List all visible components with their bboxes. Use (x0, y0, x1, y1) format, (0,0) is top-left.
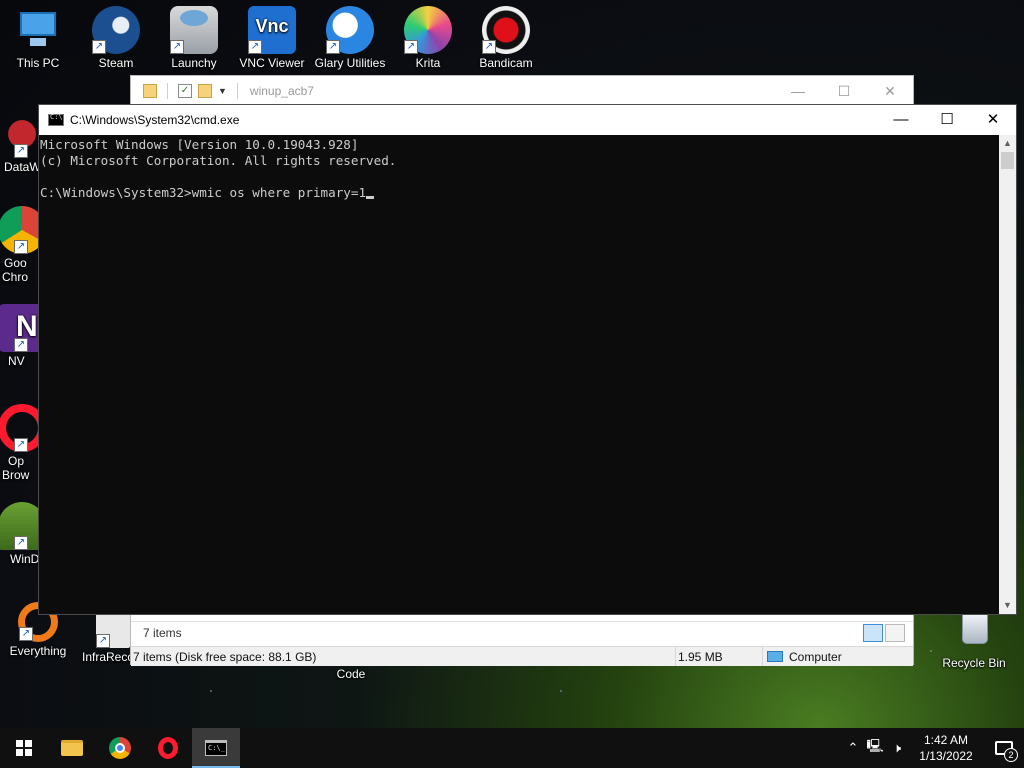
taskbar-opera[interactable] (144, 728, 192, 768)
bandicam-icon: ↗ (482, 6, 530, 54)
item-count: 7 items (143, 626, 182, 640)
action-center-button[interactable]: 2 (984, 728, 1024, 768)
cmd-icon[interactable] (48, 113, 64, 126)
scroll-down-icon[interactable]: ▼ (999, 597, 1016, 614)
divider (236, 83, 238, 99)
desktop-icon-steam[interactable]: ↗ Steam (78, 6, 154, 70)
notification-count: 2 (1004, 748, 1018, 762)
opera-icon (158, 737, 178, 759)
console-line: (c) Microsoft Corporation. All rights re… (40, 153, 397, 168)
quick-access-toolbar: ✓ ▼ (143, 83, 242, 99)
explorer-status-bar: 7 items (131, 621, 913, 643)
location-zone: Computer (763, 647, 913, 666)
shortcut-arrow-icon: ↗ (19, 627, 33, 641)
shortcut-arrow-icon: ↗ (14, 438, 28, 452)
glary-icon: ↗ (326, 6, 374, 54)
desktop-icon-vnc-viewer[interactable]: Vnc ↗ VNC Viewer (234, 6, 310, 70)
cmd-maximize-button[interactable]: ☐ (924, 105, 970, 135)
computer-icon (14, 6, 62, 54)
chevron-up-icon[interactable]: ⌃ (842, 740, 864, 756)
taskbar: C:\_ ⌃ 🖳 🕨 1:42 AM 1/13/2022 2 (0, 728, 1024, 768)
shortcut-arrow-icon: ↗ (404, 40, 418, 54)
taskbar-chrome[interactable] (96, 728, 144, 768)
shortcut-arrow-icon: ↗ (170, 40, 184, 54)
windows-icon (16, 740, 32, 756)
console-command: C:\Windows\System32>wmic os where primar… (40, 185, 367, 200)
desktop-icon-code[interactable]: Code (313, 667, 389, 681)
cmd-close-button[interactable]: ✕ (970, 105, 1016, 135)
system-tray: ⌃ 🖳 🕨 1:42 AM 1/13/2022 2 (842, 728, 1024, 768)
desktop-icon-bandicam[interactable]: ↗ Bandicam (468, 6, 544, 70)
shortcut-arrow-icon: ↗ (326, 40, 340, 54)
cmd-icon: C:\_ (205, 740, 227, 756)
clock-date: 1/13/2022 (919, 749, 973, 763)
shortcut-arrow-icon: ↗ (92, 40, 106, 54)
selection-size: 1.95 MB (676, 647, 763, 666)
explorer-details-bar: 7 items (Disk free space: 88.1 GB) 1.95 … (131, 646, 913, 666)
console-output[interactable]: Microsoft Windows [Version 10.0.19043.92… (39, 135, 999, 614)
desktop-icon-launchy[interactable]: ↗ Launchy (156, 6, 232, 70)
customize-toolbar-icon[interactable]: ▼ (218, 86, 227, 96)
location-label: Computer (789, 649, 842, 664)
explorer-title: winup_acb7 (249, 84, 314, 98)
launchy-icon: ↗ (170, 6, 218, 54)
shortcut-arrow-icon: ↗ (482, 40, 496, 54)
details-view-icon[interactable] (863, 624, 883, 642)
cmd-titlebar[interactable]: C:\Windows\System32\cmd.exe — ☐ ✕ (39, 105, 1016, 135)
start-button[interactable] (0, 728, 48, 768)
scroll-thumb[interactable] (1001, 152, 1014, 169)
steam-icon: ↗ (92, 6, 140, 54)
clock[interactable]: 1:42 AM 1/13/2022 (908, 732, 984, 764)
desktop-icon-glary-utilities[interactable]: ↗ Glary Utilities (312, 6, 388, 70)
computer-icon (767, 651, 783, 662)
shortcut-arrow-icon: ↗ (14, 144, 28, 158)
explorer-maximize-button[interactable]: ☐ (821, 76, 867, 106)
cmd-scrollbar[interactable]: ▲ ▼ (999, 135, 1016, 614)
explorer-titlebar[interactable]: ✓ ▼ winup_acb7 — ☐ ✕ (131, 76, 913, 106)
explorer-close-button[interactable]: ✕ (867, 76, 913, 106)
cmd-window-controls: — ☐ ✕ (878, 105, 1016, 135)
disk-free-space: 7 items (Disk free space: 88.1 GB) (131, 647, 676, 666)
krita-icon: ↗ (404, 6, 452, 54)
shortcut-arrow-icon: ↗ (14, 338, 28, 352)
shortcut-arrow-icon: ↗ (14, 240, 28, 254)
explorer-minimize-button[interactable]: — (775, 76, 821, 106)
console-line: Microsoft Windows [Version 10.0.19043.92… (40, 137, 359, 152)
taskbar-cmd[interactable]: C:\_ (192, 728, 240, 768)
divider (167, 83, 168, 99)
folder-icon (61, 740, 83, 756)
desktop-icon-krita[interactable]: ↗ Krita (390, 6, 466, 70)
scroll-up-icon[interactable]: ▲ (999, 135, 1016, 152)
properties-icon[interactable]: ✓ (178, 84, 192, 98)
clock-time: 1:42 AM (923, 733, 969, 747)
taskbar-file-explorer[interactable] (48, 728, 96, 768)
shortcut-arrow-icon: ↗ (248, 40, 262, 54)
new-folder-icon[interactable] (198, 84, 212, 98)
shortcut-arrow-icon: ↗ (14, 536, 28, 550)
large-icons-view-icon[interactable] (885, 624, 905, 642)
infrarecorder-icon: ↗ (96, 612, 130, 648)
vnc-icon: Vnc ↗ (248, 6, 296, 54)
explorer-window-controls: — ☐ ✕ (775, 76, 913, 106)
desktop-icon-recycle-bin[interactable]: Recycle Bin (936, 606, 1012, 670)
console-input-line[interactable]: C:\Windows\System32>wmic os where primar… (40, 185, 998, 201)
view-toggle (863, 624, 905, 642)
text-cursor (366, 196, 375, 199)
desktop-icon-this-pc[interactable]: This PC (0, 6, 76, 70)
shortcut-arrow-icon: ↗ (96, 634, 110, 648)
cmd-minimize-button[interactable]: — (878, 105, 924, 135)
network-icon[interactable]: 🖳 (864, 737, 886, 759)
folder-icon[interactable] (143, 84, 157, 98)
volume-muted-icon[interactable]: 🕨 (886, 740, 908, 756)
cmd-title: C:\Windows\System32\cmd.exe (70, 113, 240, 127)
chrome-icon (109, 737, 131, 759)
command-prompt-window[interactable]: C:\Windows\System32\cmd.exe — ☐ ✕ Micros… (38, 104, 1017, 615)
